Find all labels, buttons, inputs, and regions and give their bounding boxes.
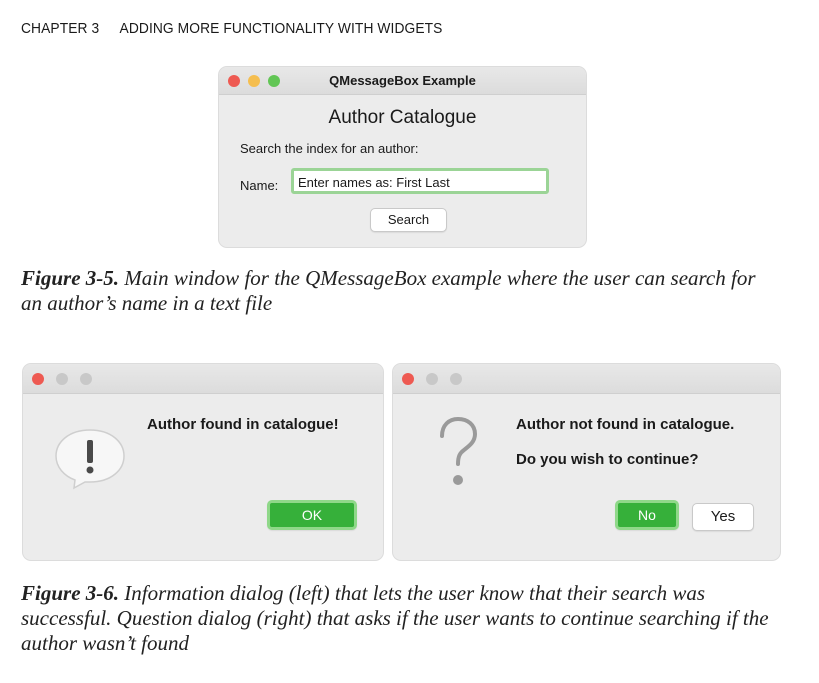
no-button[interactable]: No [615,500,679,530]
close-window-button[interactable] [402,373,414,385]
yes-button[interactable]: Yes [692,503,754,531]
figure-number: Figure 3-6. [21,581,120,605]
exclamation-speech-bubble-icon [53,426,127,497]
zoom-window-button[interactable] [450,373,462,385]
minimize-window-button[interactable] [56,373,68,385]
search-instruction: Search the index for an author: [240,141,419,156]
not-found-message: Author not found in catalogue. [516,416,735,433]
chapter-number: CHAPTER 3 [21,20,100,37]
dialog-titlebar [393,364,780,394]
catalogue-heading: Author Catalogue [328,107,477,128]
figure-number: Figure 3-5. [21,266,120,290]
information-dialog: Author found in catalogue! OK [23,364,383,560]
continue-question: Do you wish to continue? [516,451,699,468]
close-window-button[interactable] [32,373,44,385]
chapter-title: ADDING MORE FUNCTIONALITY WITH WIDGETS [119,20,443,37]
running-header: CHAPTER 3 ADDING MORE FUNCTIONALITY WITH … [21,20,442,37]
window-titlebar: QMessageBox Example [219,67,586,95]
name-input[interactable]: Enter names as: First Last [291,168,549,194]
ok-button[interactable]: OK [267,500,357,530]
question-dialog: Author not found in catalogue. Do you wi… [393,364,780,560]
window-title: QMessageBox Example [329,73,476,88]
search-button[interactable]: Search [370,208,447,232]
dialog-titlebar [23,364,383,394]
figure-caption-3-6: Figure 3-6. Information dialog (left) th… [21,581,791,656]
question-mark-icon [433,414,483,495]
name-input-value: Enter names as: First Last [298,175,450,190]
figure-caption-3-5: Figure 3-5. Main window for the QMessage… [21,266,781,316]
caption-text: Information dialog (left) that lets the … [21,581,769,655]
caption-text: Main window for the QMessageBox example … [21,266,756,315]
minimize-window-button[interactable] [426,373,438,385]
info-message: Author found in catalogue! [147,416,339,433]
zoom-window-button[interactable] [80,373,92,385]
name-label: Name: [240,178,279,193]
main-window: QMessageBox Example Author Catalogue Sea… [219,67,586,247]
